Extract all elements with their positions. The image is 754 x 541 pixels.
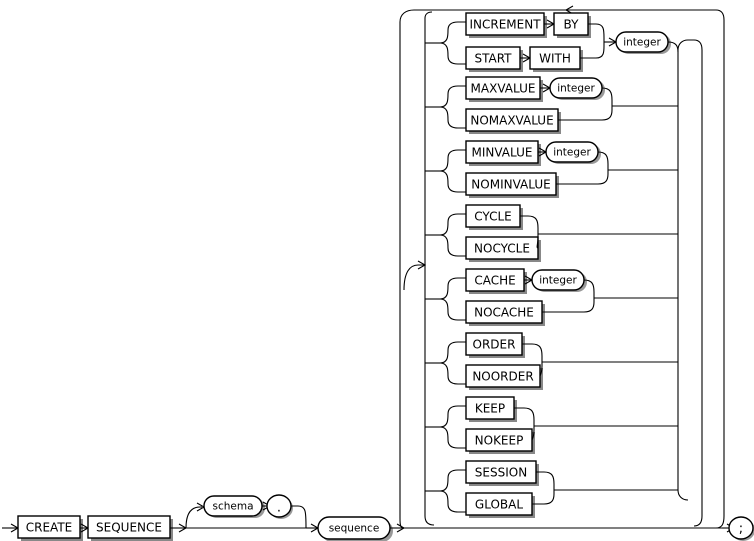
terminal-nocache: NOCACHE: [465, 300, 545, 326]
nonterminal-sequence-name: sequence: [317, 516, 393, 541]
options-spine-bottom-join: [424, 515, 435, 526]
nonterminal-integer-1: integer: [615, 31, 671, 54]
terminal-nokeep: NOKEEP: [465, 428, 535, 454]
nonterminal-integer-2-label: integer: [557, 83, 595, 95]
group5-alt2-out: [542, 298, 595, 313]
option-group-keep: KEEP NOKEEP: [425, 396, 678, 454]
terminal-global-label: GLOBAL: [475, 498, 523, 512]
group1-alt1-in: [439, 21, 466, 44]
terminal-order: ORDER: [465, 332, 525, 358]
terminal-session: SESSION: [465, 460, 539, 486]
terminal-order-label: ORDER: [473, 338, 516, 352]
terminal-maxvalue: MAXVALUE: [465, 76, 543, 102]
group6-alt2-in: [439, 362, 466, 385]
option-group-scope: SESSION GLOBAL: [425, 460, 678, 518]
options-right-merge-bottom: [677, 489, 689, 501]
terminal-nomaxvalue-label: NOMAXVALUE: [470, 114, 553, 128]
nonterminal-integer-4-label: integer: [539, 275, 577, 287]
option-group-order: ORDER NOORDER: [425, 332, 678, 390]
punct-dot-label: .: [277, 501, 281, 516]
terminal-nomaxvalue: NOMAXVALUE: [465, 108, 561, 134]
group3-alt2-out: [556, 170, 609, 185]
terminal-sequence-keyword: SEQUENCE: [87, 515, 173, 541]
terminal-nocycle-label: NOCYCLE: [474, 242, 530, 256]
terminator-semicolon-label: ;: [739, 522, 743, 537]
terminal-increment: INCREMENT: [465, 12, 547, 38]
terminal-cycle: CYCLE: [465, 204, 523, 230]
schema-branch-up: [185, 506, 202, 529]
options-right-merge-rail: [677, 39, 703, 527]
option-group-cache: CACHE integer NOCACHE: [425, 268, 678, 326]
group4-alt1-in: [439, 213, 466, 236]
terminal-cache-label: CACHE: [474, 274, 515, 288]
terminal-start: START: [465, 46, 523, 72]
terminal-with-label: WITH: [539, 52, 571, 66]
option-group-cycle: CYCLE NOCYCLE: [425, 204, 678, 262]
main-track: [2, 523, 20, 533]
options-entry-curve: [403, 264, 424, 291]
nonterminal-sequence-name-label: sequence: [329, 523, 380, 535]
terminal-minvalue-label: MINVALUE: [472, 146, 533, 160]
group8-alt2-in: [439, 490, 466, 513]
terminal-cache: CACHE: [465, 268, 527, 294]
group8-alt1-in: [439, 469, 466, 492]
group2-alt2-in: [439, 106, 466, 129]
group6-alt1-in: [439, 341, 466, 364]
group5-alt2-in: [439, 298, 466, 321]
terminal-maxvalue-label: MAXVALUE: [471, 82, 536, 96]
group2-alt2-out: [558, 106, 613, 121]
nonterminal-integer-1-label: integer: [623, 37, 661, 49]
group5-alt1-in: [439, 277, 466, 300]
nonterminal-schema-label: schema: [212, 501, 253, 513]
options-inner-spine: [403, 11, 435, 526]
terminal-sequence-keyword-label: SEQUENCE: [96, 521, 162, 535]
terminal-keep-label: KEEP: [475, 402, 505, 416]
punct-dot: .: [266, 494, 293, 519]
terminal-start-label: START: [474, 52, 512, 66]
nonterminal-integer-3-label: integer: [553, 147, 591, 159]
terminal-nocycle: NOCYCLE: [465, 236, 541, 262]
group7-alt1-in: [439, 405, 466, 428]
create-sequence-railroad-diagram: CREATE SEQUENCE schema . sequence ; INCR…: [2, 5, 754, 541]
option-group-minvalue: MINVALUE integer NOMINVALUE: [425, 140, 678, 198]
nonterminal-integer-3: integer: [545, 141, 601, 164]
terminal-noorder: NOORDER: [465, 364, 543, 390]
terminal-nominvalue: NOMINVALUE: [465, 172, 559, 198]
terminal-keep: KEEP: [465, 396, 517, 422]
terminal-increment-label: INCREMENT: [469, 18, 541, 32]
options-spine-top-join: [424, 11, 433, 19]
options-right-return-path: [677, 39, 703, 527]
terminal-minvalue: MINVALUE: [465, 140, 541, 166]
group1-alt2-out: [580, 42, 605, 59]
terminal-nominvalue-label: NOMINVALUE: [471, 178, 550, 192]
group4-alt2-in: [439, 234, 466, 257]
terminal-with: WITH: [529, 46, 583, 72]
group3-alt2-in: [439, 170, 466, 193]
option-group-increment-start: INCREMENT BY START WITH integer: [425, 12, 679, 72]
terminal-session-label: SESSION: [475, 466, 527, 480]
terminal-create-label: CREATE: [26, 521, 73, 535]
group7-alt2-in: [439, 426, 466, 449]
group3-alt1-in: [439, 149, 466, 172]
schema-branch-rejoin: [291, 505, 307, 529]
terminal-noorder-label: NOORDER: [472, 370, 533, 384]
terminal-nocache-label: NOCACHE: [474, 306, 534, 320]
nonterminal-schema: schema: [203, 495, 265, 518]
option-group-maxvalue: MAXVALUE integer NOMAXVALUE: [425, 76, 678, 134]
terminal-by: BY: [553, 12, 591, 38]
terminal-global: GLOBAL: [465, 492, 535, 518]
terminator-semicolon: ;: [728, 516, 754, 541]
terminal-create: CREATE: [17, 515, 83, 541]
terminal-cycle-label: CYCLE: [474, 210, 512, 224]
nonterminal-integer-4: integer: [531, 269, 587, 292]
group1-alt2-in: [439, 42, 466, 65]
railroad-diagram-canvas: CREATE SEQUENCE schema . sequence ; INCR…: [0, 0, 754, 541]
nonterminal-integer-2: integer: [549, 77, 605, 100]
terminal-nokeep-label: NOKEEP: [475, 434, 524, 448]
group2-alt1-in: [439, 85, 466, 108]
group8-alt2-out: [532, 490, 555, 505]
terminal-by-label: BY: [564, 18, 580, 32]
